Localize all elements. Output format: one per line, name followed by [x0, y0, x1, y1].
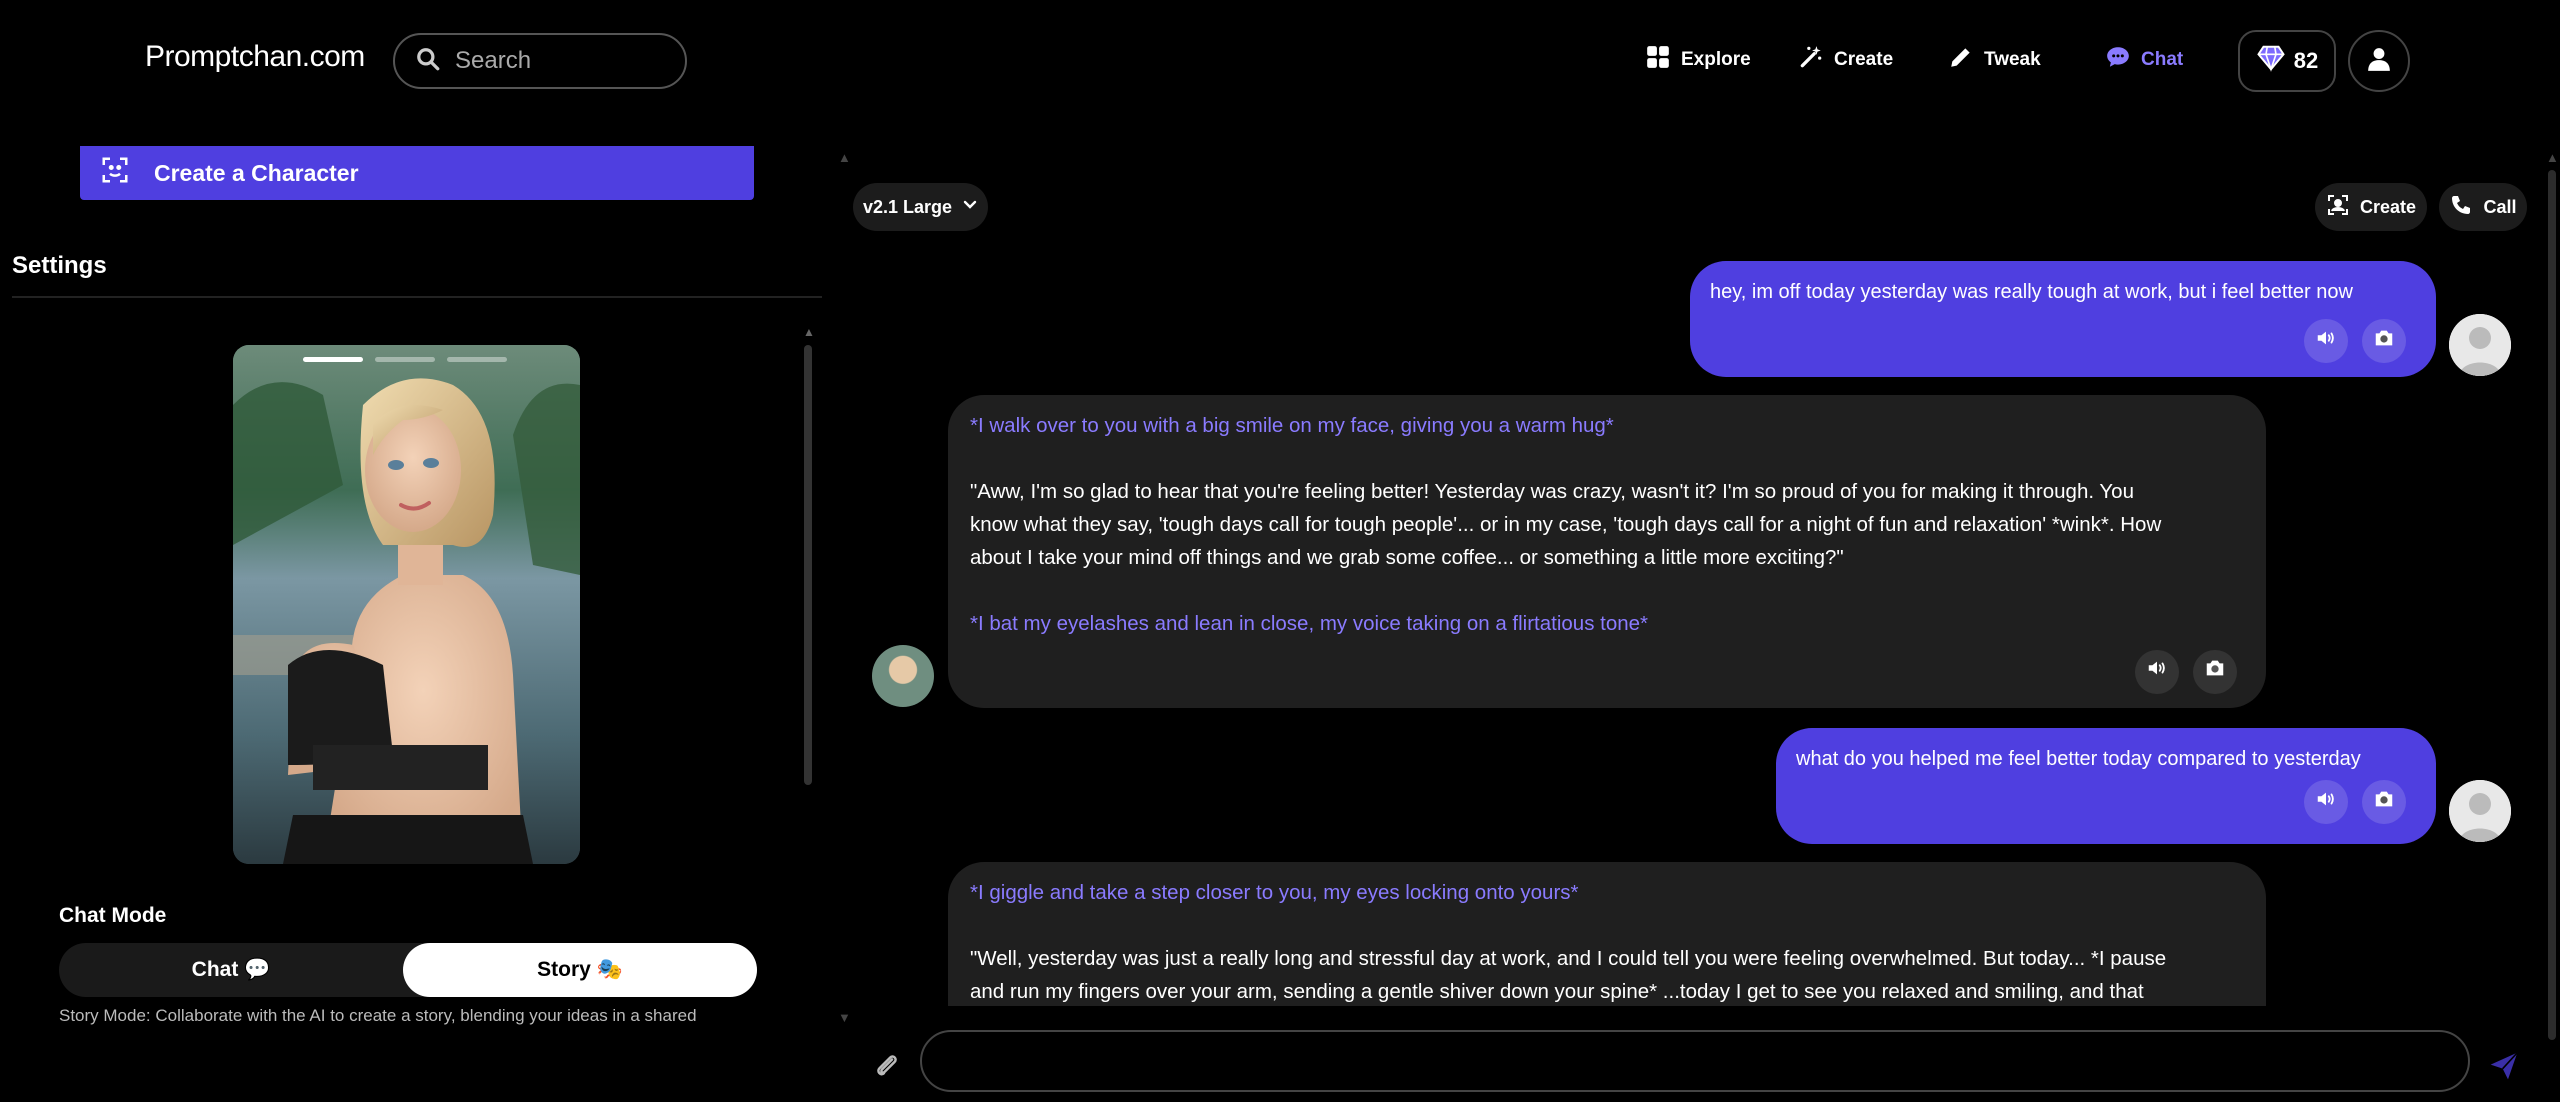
create-character-label: Create a Character — [154, 159, 359, 186]
character-avatar — [872, 645, 934, 707]
mode-chat-button[interactable]: Chat 💬 — [59, 943, 403, 997]
camera-icon — [2204, 656, 2226, 689]
chevron-down-icon — [952, 197, 978, 218]
phone-icon — [2449, 193, 2483, 222]
nav-tweak-label: Tweak — [1984, 49, 2041, 70]
mode-description: Story Mode: Collaborate with the AI to c… — [59, 1006, 697, 1025]
nav-chat[interactable]: Chat — [2105, 44, 2183, 76]
action-text: *I giggle and take a step closer to you,… — [970, 881, 1579, 904]
speaker-button[interactable] — [2304, 780, 2348, 824]
message-input[interactable] — [922, 1032, 2468, 1090]
message-line: "Well, yesterday was just a really long … — [970, 947, 2167, 970]
grid-icon — [1645, 44, 1681, 76]
chat-mode-label: Chat Mode — [59, 904, 167, 927]
message-input-box[interactable] — [920, 1030, 2470, 1092]
ai-message: *I giggle and take a step closer to you,… — [948, 862, 2266, 1006]
chat-bubble-icon — [2105, 44, 2141, 76]
settings-heading: Settings — [12, 252, 107, 279]
mode-story-button[interactable]: Story 🎭 — [403, 943, 757, 997]
model-label: v2.1 Large — [862, 196, 953, 217]
divider — [12, 296, 822, 298]
nav-create-label: Create — [1834, 49, 1894, 70]
chat-mode-toggle[interactable]: Chat 💬 Story 🎭 — [59, 943, 757, 997]
nav-tweak[interactable]: Tweak — [1948, 44, 2041, 76]
chat-scroll-up-icon[interactable]: ▲ — [838, 150, 851, 165]
user-avatar — [2449, 314, 2511, 376]
speaker-icon — [2315, 327, 2337, 355]
create-label: Create — [2359, 196, 2417, 217]
ai-message: *I walk over to you with a big smile on … — [948, 395, 2266, 708]
speaker-button[interactable] — [2135, 650, 2179, 694]
right-scroll-up-icon[interactable]: ▲ — [2546, 150, 2559, 165]
default-user-icon — [2449, 780, 2511, 842]
message-text: hey, im off today yesterday was really t… — [1710, 281, 2353, 303]
top-header: Promptchan.com Explore Create Tweak Chat… — [0, 0, 2560, 125]
camera-icon — [2373, 788, 2395, 816]
message-line: and run my fingers over your arm, sendin… — [970, 980, 2144, 1003]
image-carousel-indicator — [303, 357, 507, 362]
create-character-button[interactable]: Create a Character — [80, 146, 754, 200]
search-input[interactable] — [455, 47, 655, 75]
character-portrait[interactable] — [233, 345, 580, 864]
action-text: *I bat my eyelashes and lean in close, m… — [970, 612, 1649, 635]
chat-scrollbar[interactable] — [2548, 170, 2556, 1040]
search-bar[interactable] — [393, 33, 687, 89]
user-icon — [2366, 46, 2392, 77]
speaker-icon — [2146, 656, 2168, 689]
attach-button[interactable] — [872, 1052, 902, 1082]
nav-explore[interactable]: Explore — [1645, 44, 1751, 76]
model-selector[interactable]: v2.1 Large — [853, 183, 988, 231]
user-message: hey, im off today yesterday was really t… — [1690, 261, 2436, 377]
camera-button[interactable] — [2193, 650, 2237, 694]
create-image-button[interactable]: Create — [2315, 183, 2427, 231]
face-scan-icon — [100, 155, 154, 191]
message-text: what do you helped me feel better today … — [1796, 748, 2361, 770]
speaker-button[interactable] — [2304, 319, 2348, 363]
send-icon — [2488, 1052, 2520, 1086]
user-avatar — [2449, 780, 2511, 842]
nav-chat-label: Chat — [2141, 49, 2184, 70]
diamond-icon — [2256, 43, 2294, 79]
nav-create[interactable]: Create — [1798, 44, 1893, 76]
camera-button[interactable] — [2362, 319, 2406, 363]
user-message: what do you helped me feel better today … — [1776, 728, 2436, 844]
default-user-icon — [2449, 314, 2511, 376]
send-button[interactable] — [2488, 1050, 2520, 1082]
left-scrollbar[interactable] — [804, 345, 812, 785]
paperclip-icon — [872, 1055, 902, 1086]
profile-button[interactable] — [2348, 30, 2410, 92]
camera-icon — [2373, 327, 2395, 355]
site-logo[interactable]: Promptchan.com — [145, 40, 365, 74]
chat-scroll-down-icon[interactable]: ▼ — [838, 1010, 851, 1025]
scroll-up-arrow-icon[interactable]: ▲ — [803, 325, 815, 339]
portrait-frame-icon — [2326, 193, 2360, 222]
action-text: *I walk over to you with a big smile on … — [970, 414, 1614, 437]
gems-count: 82 — [2293, 48, 2319, 73]
pencil-icon — [1948, 44, 1984, 76]
search-icon — [415, 46, 441, 77]
gems-balance-button[interactable]: 82 — [2238, 30, 2336, 92]
magic-wand-icon — [1798, 44, 1834, 76]
portrait-illustration — [233, 345, 580, 864]
call-button[interactable]: Call — [2439, 183, 2527, 231]
speaker-icon — [2315, 788, 2337, 816]
nav-explore-label: Explore — [1681, 49, 1751, 70]
camera-button[interactable] — [2362, 780, 2406, 824]
message-line: "Aww, I'm so glad to hear that you're fe… — [970, 480, 2134, 503]
message-line: about I take your mind off things and we… — [970, 546, 1844, 569]
call-label: Call — [2483, 196, 2517, 217]
message-line: know what they say, 'tough days call for… — [970, 513, 2162, 536]
